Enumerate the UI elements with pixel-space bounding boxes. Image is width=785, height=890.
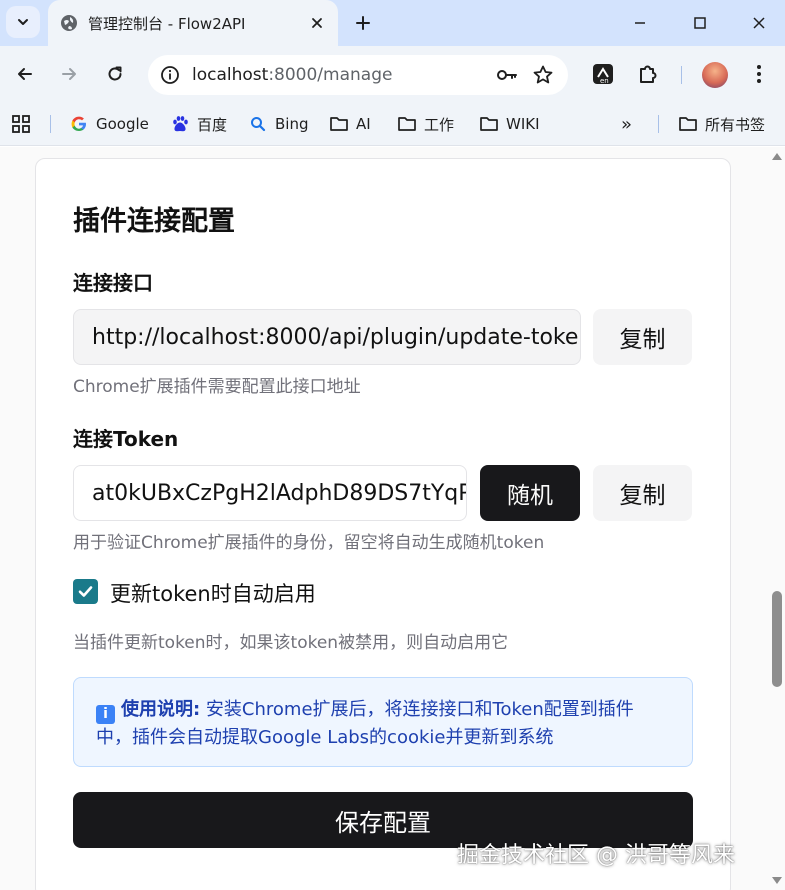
url-text: localhost:8000/manage bbox=[192, 65, 484, 85]
maximize-icon bbox=[694, 17, 706, 29]
maximize-button[interactable] bbox=[685, 10, 715, 36]
close-window-button[interactable] bbox=[744, 10, 774, 36]
copy-endpoint-button[interactable]: 复制 bbox=[593, 309, 692, 365]
all-bookmarks-folder[interactable]: 所有书签 bbox=[678, 112, 765, 136]
token-input[interactable]: at0kUBxCzPgH2lAdphD89DS7tYqPkLmN bbox=[73, 465, 467, 521]
endpoint-label: 连接接口 bbox=[73, 271, 153, 295]
bookmark-label: AI bbox=[356, 115, 371, 133]
scroll-up-arrow-icon[interactable] bbox=[772, 153, 782, 160]
card-title: 插件连接配置 bbox=[73, 206, 235, 237]
plugin-config-card: 插件连接配置 连接接口 http://localhost:8000/api/pl… bbox=[35, 158, 731, 890]
globe-icon bbox=[61, 15, 77, 31]
folder-icon bbox=[329, 114, 349, 134]
token-hint: 用于验证Chrome扩展插件的身份，留空将自动生成随机token bbox=[73, 533, 545, 553]
page-viewport: 插件连接配置 连接接口 http://localhost:8000/api/pl… bbox=[0, 147, 785, 890]
active-tab[interactable]: 管理控制台 - Flow2API bbox=[48, 0, 338, 46]
endpoint-input[interactable]: http://localhost:8000/api/plugin/update-… bbox=[73, 309, 581, 365]
bookmark-baidu[interactable]: 百度 bbox=[170, 112, 227, 136]
scroll-down-arrow-icon[interactable] bbox=[772, 877, 782, 884]
puzzle-icon bbox=[640, 65, 657, 83]
page-scrollbar[interactable] bbox=[769, 147, 785, 890]
url-path: :8000/manage bbox=[268, 65, 393, 85]
baidu-icon bbox=[170, 114, 190, 134]
address-bar[interactable]: localhost:8000/manage bbox=[148, 55, 568, 95]
tab-strip: 管理控制台 - Flow2API bbox=[0, 0, 785, 46]
info-icon: i bbox=[96, 705, 115, 724]
chevron-down-icon bbox=[18, 19, 28, 25]
site-info-icon[interactable] bbox=[160, 65, 180, 85]
minimize-button[interactable] bbox=[625, 10, 655, 36]
bookmark-label: WIKI bbox=[506, 115, 540, 133]
bookmarks-divider bbox=[50, 115, 51, 133]
folder-icon bbox=[678, 114, 698, 134]
bookmarks-overflow-button[interactable]: » bbox=[621, 112, 632, 136]
profile-avatar[interactable] bbox=[702, 62, 728, 88]
more-vertical-icon bbox=[757, 65, 761, 83]
endpoint-hint: Chrome扩展插件需要配置此接口地址 bbox=[73, 377, 361, 397]
extensions-button[interactable] bbox=[634, 60, 662, 88]
toolbar-divider bbox=[681, 66, 682, 84]
reload-icon bbox=[108, 66, 122, 81]
bookmark-label: Bing bbox=[275, 115, 309, 133]
random-token-button[interactable]: 随机 bbox=[480, 465, 580, 521]
bookmark-google[interactable]: Google bbox=[69, 112, 149, 136]
tab-title: 管理控制台 - Flow2API bbox=[88, 14, 246, 33]
watermark: 掘金技术社区 @ 洪哥等风来 bbox=[457, 843, 735, 868]
arrow-right-icon bbox=[62, 68, 76, 80]
auto-enable-checkbox[interactable] bbox=[73, 579, 98, 604]
forward-button[interactable] bbox=[55, 60, 83, 88]
url-host: localhost bbox=[192, 65, 269, 85]
svg-text:en: en bbox=[600, 77, 609, 85]
bookmark-folder-ai[interactable]: AI bbox=[329, 112, 371, 136]
folder-icon bbox=[397, 114, 417, 134]
bookmark-bing[interactable]: Bing bbox=[248, 112, 309, 136]
folder-icon bbox=[479, 114, 499, 134]
translate-extension-button[interactable]: en bbox=[589, 60, 617, 88]
google-icon bbox=[69, 114, 89, 134]
reload-button[interactable] bbox=[101, 60, 129, 88]
checkmark-icon bbox=[78, 586, 93, 597]
usage-info-box: i 使用说明: 安装Chrome扩展后，将连接接口和Token配置到插件中，插件会… bbox=[73, 677, 693, 767]
arrow-left-icon bbox=[18, 68, 32, 80]
bookmark-folder-wiki[interactable]: WIKI bbox=[479, 112, 540, 136]
bookmark-label: 百度 bbox=[197, 115, 228, 134]
bookmark-label: 工作 bbox=[424, 115, 455, 134]
auto-enable-label[interactable]: 更新token时自动启用 bbox=[110, 578, 316, 608]
plus-icon bbox=[356, 16, 370, 30]
bookmark-label: Google bbox=[96, 115, 149, 133]
bookmark-folder-work[interactable]: 工作 bbox=[397, 112, 454, 136]
new-tab-button[interactable] bbox=[350, 10, 376, 36]
minimize-icon bbox=[635, 22, 645, 24]
auto-enable-hint: 当插件更新token时，如果该token被禁用，则自动启用它 bbox=[73, 633, 509, 653]
bookmark-star-icon[interactable] bbox=[530, 62, 556, 88]
apps-grid-icon bbox=[12, 115, 30, 133]
translate-extension-icon: en bbox=[593, 64, 613, 85]
browser-toolbar: localhost:8000/manage en bbox=[0, 46, 785, 102]
close-tab-icon[interactable] bbox=[308, 14, 326, 32]
token-label: 连接Token bbox=[73, 427, 179, 451]
double-chevron-icon: » bbox=[621, 113, 633, 135]
bookmark-label: 所有书签 bbox=[705, 115, 766, 134]
bing-search-icon bbox=[248, 114, 268, 134]
close-icon bbox=[753, 17, 765, 29]
copy-token-button[interactable]: 复制 bbox=[593, 465, 692, 521]
scrollbar-thumb[interactable] bbox=[772, 591, 782, 687]
bookmarks-bar: Google 百度 Bing AI 工作 WIKI » 所有书签 bbox=[0, 102, 785, 146]
back-button[interactable] bbox=[11, 60, 39, 88]
bookmarks-divider bbox=[658, 115, 659, 133]
password-key-icon[interactable] bbox=[494, 62, 520, 88]
apps-button[interactable] bbox=[11, 112, 31, 136]
info-heading: 使用说明: bbox=[121, 699, 201, 720]
browser-menu-button[interactable] bbox=[745, 60, 773, 88]
tab-search-button[interactable] bbox=[6, 6, 40, 38]
